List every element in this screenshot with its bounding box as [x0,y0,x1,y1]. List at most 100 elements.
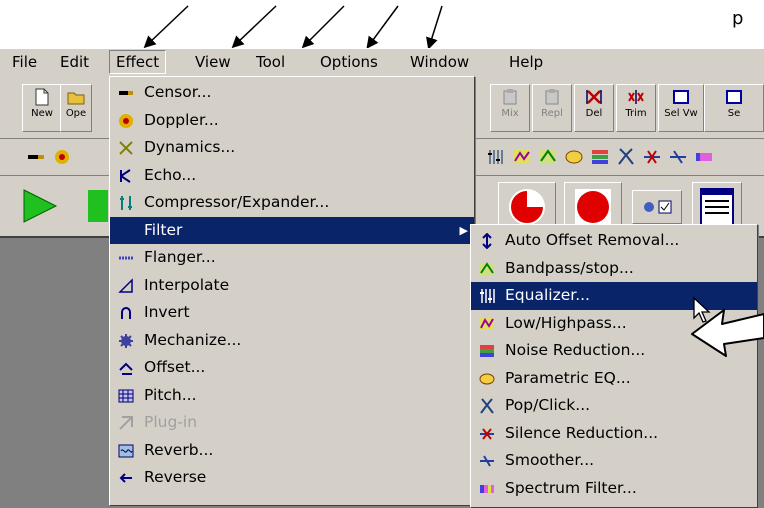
reverb-icon [118,444,134,457]
annotation-arrows [143,5,443,50]
doppler-icon [119,113,133,128]
menu-item-label: Auto Offset Removal... [505,231,680,249]
menu-item-label: Offset... [144,358,206,376]
reverse-arrow-icon [119,473,132,483]
menu-item-censor[interactable]: Censor... [110,79,474,107]
dynamics-icon [119,141,133,155]
menu-item-label: Flanger... [144,248,216,266]
menubar: File Edit Effect View Tool Options Windo… [0,48,764,77]
menu-view[interactable]: View [189,51,237,73]
menu-item-offset[interactable]: Offset... [110,354,474,382]
menu-item-reverse[interactable]: Reverse [110,464,474,492]
callout-arrow-icon [691,309,764,357]
mechanize-icon [119,333,133,348]
submenu-item-bandpass-stop[interactable]: Bandpass/stop... [471,255,757,283]
auto-offset-icon [482,233,492,249]
play-to-end-icon[interactable] [80,186,110,226]
open-button[interactable]: Ope [60,84,92,132]
menu-item-label: Echo... [144,165,197,184]
menu-item-echo[interactable]: Echo... [110,162,474,190]
plugin-icon [119,416,133,430]
submenu-item-silence-reduction[interactable]: Silence Reduction... [471,420,757,448]
menu-effect[interactable]: Effect [109,50,167,74]
menu-item-filter[interactable]: Filter ▶ [110,216,474,244]
submenu-item-smoother[interactable]: Smoother... [471,447,757,475]
smoother-icon [480,455,494,467]
menu-item-reverb[interactable]: Reverb... [110,437,474,465]
submenu-item-parametric-eq[interactable]: Parametric EQ... [471,365,757,393]
new-button[interactable]: New [22,84,62,132]
submenu-item-spectrum-filter[interactable]: Spectrum Filter... [471,475,757,503]
censor-icon[interactable] [26,147,46,167]
menu-item-label: Dynamics... [144,138,236,156]
select-button[interactable]: Se [704,84,764,132]
menu-help[interactable]: Help [503,51,549,73]
annotation-arrow [366,5,399,49]
silence-reduction-icon[interactable] [642,147,662,167]
menu-item-label: Smoother... [505,451,595,469]
filter-submenu: Auto Offset Removal... Bandpass/stop... … [470,224,758,508]
silence-reduction-icon [480,427,494,440]
noise-reduction-icon[interactable] [590,147,610,167]
menu-item-interpolate[interactable]: Interpolate [110,272,474,300]
menu-file[interactable]: File [6,51,43,73]
select-icon [726,90,742,104]
smoother-icon[interactable] [668,147,688,167]
open-button-label: Ope [65,108,87,119]
spectrum-filter-icon[interactable] [694,147,714,167]
menu-item-label: Pop/Click... [505,396,591,414]
menu-item-label: Bandpass/stop... [505,258,634,277]
select-view-button[interactable]: Sel Vw [658,84,704,132]
menu-item-plugin: Plug-in [110,409,474,437]
submenu-item-auto-offset-removal[interactable]: Auto Offset Removal... [471,227,757,255]
menu-item-flanger[interactable]: Flanger... [110,244,474,272]
interpolate-icon [118,277,133,293]
menu-item-label: Reverse [144,468,207,486]
equalizer-icon [480,289,495,303]
compressor-icon [120,196,132,210]
doppler-icon[interactable] [52,147,72,167]
menu-item-doppler[interactable]: Doppler... [110,107,474,135]
bandpass-icon [480,261,494,275]
menu-item-label: Invert [144,303,190,321]
trim-icon [628,90,644,104]
menu-item-mechanize[interactable]: Mechanize... [110,327,474,355]
menu-item-label: Noise Reduction... [505,341,646,359]
menu-item-invert[interactable]: Invert [110,299,474,327]
effect-menu: Censor... Doppler... Dynamics... Echo...… [109,76,475,506]
replace-button-label: Repl [541,108,563,119]
submenu-arrow-icon: ▶ [459,223,468,237]
menu-edit[interactable]: Edit [54,51,95,73]
menu-options[interactable]: Options [314,51,384,73]
mix-button[interactable]: Mix [490,84,530,132]
play-icon[interactable] [14,186,64,226]
trim-button[interactable]: Trim [616,84,656,132]
menu-item-label: Parametric EQ... [505,368,631,387]
submenu-item-pop-click[interactable]: Pop/Click... [471,392,757,420]
parametric-eq-icon[interactable] [564,147,584,167]
new-file-icon [35,88,49,106]
flanger-icon [119,256,133,260]
trim-button-label: Trim [625,108,647,119]
menu-item-compressor-expander[interactable]: Compressor/Expander... [110,189,474,217]
menu-item-dynamics[interactable]: Dynamics... [110,134,474,162]
menu-item-label: Silence Reduction... [505,423,659,442]
menu-item-pitch[interactable]: Pitch... [110,382,474,410]
menu-item-label: Doppler... [144,110,219,129]
monitor-toggle[interactable] [632,190,682,224]
pop-click-icon [480,398,494,414]
delete-icon [586,90,602,104]
delete-button[interactable]: Del [574,84,614,132]
replace-button[interactable]: Repl [532,84,572,132]
annotation-text: p [732,8,744,29]
mix-icon [503,89,517,105]
pitch-icon [118,389,134,402]
equalizer-icon[interactable] [486,147,506,167]
bandpass-icon[interactable] [538,147,558,167]
pop-click-icon[interactable] [616,147,636,167]
menu-window[interactable]: Window [404,51,475,73]
mix-button-label: Mix [501,108,519,119]
lowhighpass-icon[interactable] [512,147,532,167]
menu-tool[interactable]: Tool [250,51,291,73]
annotation-arrow [231,5,277,49]
